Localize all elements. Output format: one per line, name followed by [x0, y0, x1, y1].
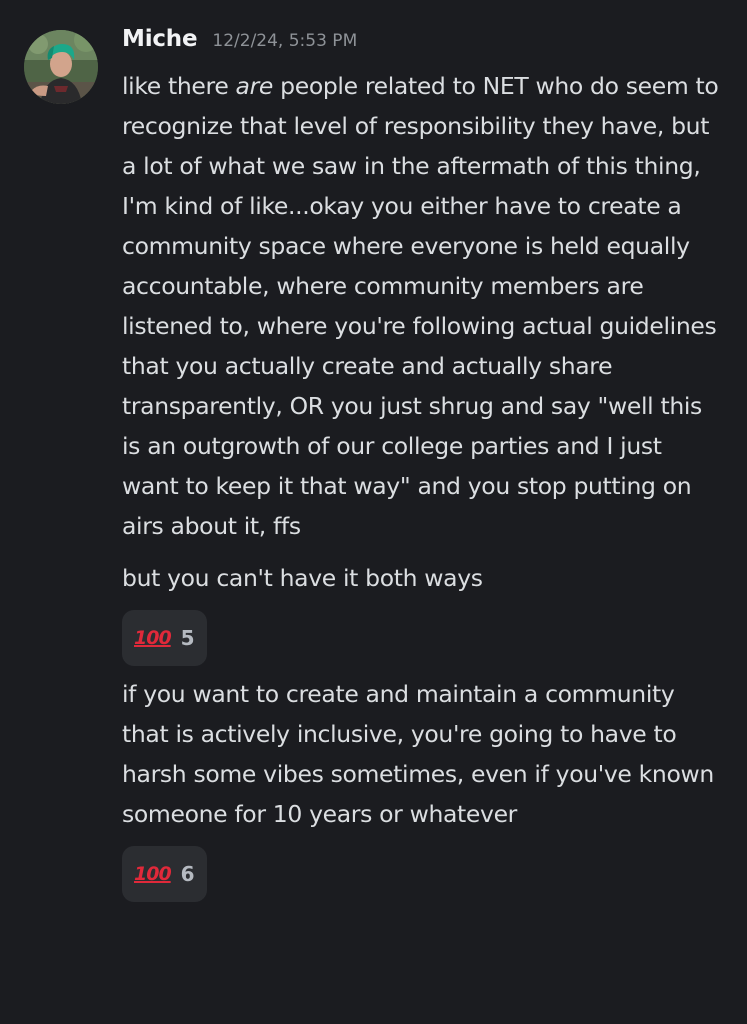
message-text-emphasis: are: [235, 72, 274, 100]
message-timestamp[interactable]: 12/2/24, 5:53 PM: [212, 31, 357, 51]
message-text: like there are people related to NET who…: [122, 66, 722, 546]
chat-view: Miche 12/2/24, 5:53 PM like there are pe…: [0, 0, 747, 1024]
reaction-button[interactable]: 100 6: [122, 846, 207, 902]
message-text: if you want to create and maintain a com…: [122, 680, 714, 828]
avatar-image: [24, 30, 98, 104]
message-text-part: like there: [122, 72, 236, 100]
hundred-points-icon: 100: [134, 626, 172, 649]
message-text: but you can't have it both ways: [122, 564, 483, 592]
message-text-part: people related to NET who do seem to rec…: [122, 72, 719, 540]
author-name[interactable]: Miche: [122, 26, 198, 52]
avatar[interactable]: [24, 30, 98, 104]
message-group: Miche 12/2/24, 5:53 PM like there are pe…: [122, 26, 722, 902]
message-header: Miche 12/2/24, 5:53 PM: [122, 26, 722, 68]
hundred-points-icon: 100: [134, 862, 172, 885]
reaction-count: 5: [180, 626, 195, 650]
reaction-button[interactable]: 100 5: [122, 610, 207, 666]
reaction-count: 6: [180, 862, 195, 886]
